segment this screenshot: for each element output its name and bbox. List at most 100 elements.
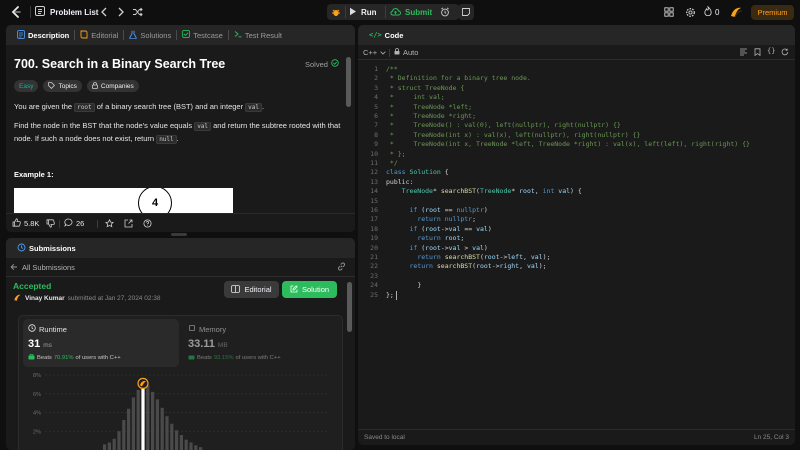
tab-description[interactable]: Description — [12, 25, 74, 45]
tab-solutions[interactable]: Solutions — [124, 25, 176, 45]
line-number: 12 — [370, 168, 378, 177]
description-scrollbar[interactable] — [346, 57, 351, 107]
chart-bar[interactable] — [160, 407, 164, 450]
problem-title[interactable]: 700. Search in a Binary Search Tree — [14, 57, 225, 71]
code-line[interactable]: * TreeNode(int x, TreeNode *left, TreeNo… — [386, 140, 750, 149]
memory-card[interactable]: Memory 33.11 MB Beats 93.15% of users wi… — [183, 319, 339, 367]
inline-code: val — [194, 122, 212, 131]
code-line[interactable]: }; — [386, 291, 394, 300]
bookmark-icon[interactable] — [754, 48, 761, 56]
chart-bar[interactable] — [103, 444, 107, 450]
settings-gear-icon[interactable] — [684, 6, 696, 18]
tab-submissions[interactable]: Submissions — [12, 238, 81, 258]
star-icon[interactable] — [105, 219, 114, 228]
solution-button[interactable]: Solution — [282, 281, 337, 298]
chart-bar[interactable] — [189, 442, 193, 450]
chart-bar[interactable] — [151, 391, 155, 450]
divider — [30, 6, 31, 18]
difficulty-badge[interactable]: Easy — [14, 80, 39, 92]
submit-button[interactable]: Submit — [390, 5, 432, 19]
code-line[interactable]: * Definition for a binary tree node. — [386, 74, 531, 83]
help-icon[interactable] — [143, 219, 152, 228]
thumbs-down-icon[interactable] — [46, 219, 55, 228]
tab-test-result[interactable]: Test Result — [229, 25, 287, 45]
topics-button[interactable]: Topics — [43, 80, 82, 92]
timer-button[interactable] — [437, 4, 453, 20]
auto-mode[interactable]: Auto — [394, 48, 418, 57]
code-line[interactable]: return searchBST(root->right, val); — [386, 262, 546, 271]
link-icon[interactable] — [337, 262, 346, 271]
code-line[interactable]: * int val; — [386, 93, 445, 102]
chart-bar[interactable] — [131, 397, 135, 450]
memory-header: Memory — [188, 324, 226, 334]
notes-button[interactable] — [458, 4, 474, 20]
chart-bar[interactable] — [175, 430, 179, 450]
chart-bar[interactable] — [179, 435, 183, 450]
chart-bar[interactable] — [141, 384, 145, 450]
code-line[interactable]: * TreeNode(int x) : val(x), left(nullptr… — [386, 131, 640, 140]
leetcode-logo[interactable] — [9, 5, 23, 19]
code-line[interactable]: return searchBST(root->left, val); — [386, 253, 550, 262]
code-editor[interactable]: 1 /** 2 * Definition for a binary tree nod… — [358, 65, 795, 435]
braces-icon[interactable]: {} — [767, 47, 775, 55]
run-button[interactable]: Run — [349, 5, 377, 19]
cursor-position: Ln 25, Col 3 — [753, 434, 789, 441]
code-line[interactable]: * struct TreeNode { — [386, 84, 464, 93]
chart-bar[interactable] — [146, 385, 150, 450]
code-line[interactable]: if (root->val == val) — [386, 225, 491, 234]
code-line[interactable]: return root; — [386, 234, 464, 243]
vertical-resize-handle[interactable] — [171, 233, 187, 236]
code-line[interactable]: * TreeNode() : val(0), left(nullptr), ri… — [386, 121, 621, 130]
code-line[interactable]: */ — [386, 159, 398, 168]
all-submissions-link[interactable]: All Submissions — [10, 260, 351, 275]
submissions-scrollbar[interactable] — [347, 282, 352, 332]
shuffle-icon[interactable] — [131, 6, 143, 18]
code-line[interactable]: if (root->val > val) — [386, 244, 487, 253]
submitter-name[interactable]: Vinay Kumar — [25, 295, 65, 302]
chart-bar[interactable] — [122, 420, 126, 450]
code-line[interactable]: class Solution { — [386, 168, 449, 177]
code-line[interactable]: public: — [386, 178, 413, 187]
language-select[interactable]: C++ — [363, 48, 386, 57]
user-avatar[interactable] — [729, 5, 743, 19]
chart-bar[interactable] — [136, 390, 140, 450]
chart-bar[interactable] — [112, 438, 116, 450]
line-number: 7 — [374, 121, 378, 130]
tab-editorial[interactable]: Editorial — [75, 25, 123, 45]
code-line[interactable]: * }; — [386, 150, 406, 159]
chart-bar[interactable] — [117, 431, 121, 450]
problem-list-button[interactable]: Problem List — [35, 6, 98, 18]
code-line[interactable]: return nullptr; — [386, 215, 476, 224]
like-button[interactable]: 5.8K — [12, 218, 39, 229]
reset-icon[interactable] — [781, 48, 789, 56]
editorial-button[interactable]: Editorial — [224, 281, 279, 298]
companies-button[interactable]: Companies — [86, 80, 139, 92]
format-icon[interactable] — [739, 48, 748, 56]
code-line[interactable]: /** — [386, 65, 398, 74]
comments-button[interactable]: 26 — [64, 218, 84, 229]
chart-bar[interactable] — [165, 416, 169, 450]
chart-bar[interactable] — [127, 408, 131, 450]
chart-bar[interactable] — [155, 399, 159, 450]
code-line[interactable]: * TreeNode *left; — [386, 103, 472, 112]
debug-icon[interactable] — [329, 5, 343, 19]
layout-grid-icon[interactable] — [663, 6, 675, 18]
code-line[interactable]: * TreeNode *right; — [386, 112, 476, 121]
play-icon — [349, 7, 357, 18]
premium-button[interactable]: Premium — [751, 5, 794, 20]
chart-bar[interactable] — [194, 445, 198, 450]
chart-bar[interactable] — [184, 439, 188, 450]
coin-counter[interactable]: 0 — [704, 5, 719, 18]
chart-bar[interactable] — [107, 442, 111, 450]
share-icon[interactable] — [124, 219, 133, 228]
line-number: 25 — [370, 290, 378, 299]
tab-code[interactable]: </> Code — [364, 25, 408, 45]
code-line[interactable]: TreeNode* searchBST(TreeNode* root, int … — [386, 187, 582, 196]
prev-problem-icon[interactable] — [98, 6, 110, 18]
code-line[interactable]: } — [386, 281, 421, 290]
runtime-card[interactable]: Runtime 31 ms Beats 70.91% of users with… — [23, 319, 179, 367]
next-problem-icon[interactable] — [115, 6, 127, 18]
chart-bar[interactable] — [170, 423, 174, 450]
tab-testcase[interactable]: Testcase — [177, 25, 228, 45]
code-line[interactable]: if (root == nullptr) — [386, 206, 487, 215]
